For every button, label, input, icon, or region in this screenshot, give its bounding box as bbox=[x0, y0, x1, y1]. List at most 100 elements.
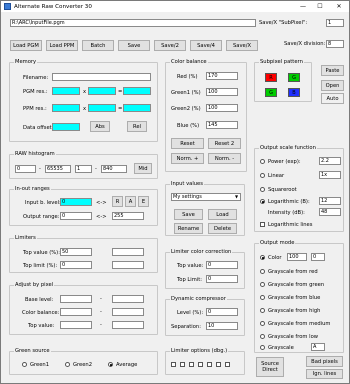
green1-input[interactable]: 100 bbox=[206, 88, 238, 96]
linear-radio[interactable] bbox=[260, 173, 265, 178]
limopt-checkbox-4[interactable] bbox=[198, 362, 203, 367]
histogram-min-input[interactable]: 0 bbox=[15, 165, 36, 173]
subpixel-green2-cell[interactable]: G bbox=[265, 88, 277, 97]
limopt-checkbox-5[interactable] bbox=[207, 362, 212, 367]
settings-rename-button[interactable]: Rename bbox=[174, 223, 203, 234]
pgm-total-field[interactable] bbox=[123, 87, 151, 95]
color-mode-value-2[interactable]: 0 bbox=[311, 253, 325, 261]
limiter-limit-input-2[interactable] bbox=[112, 261, 144, 269]
limiter-top-input[interactable]: 50 bbox=[60, 248, 92, 256]
histogram-v2-input[interactable]: 840 bbox=[101, 165, 127, 173]
gray-high-radio[interactable] bbox=[260, 308, 265, 313]
subpixel-blue-cell[interactable]: B bbox=[288, 88, 300, 97]
limiter-limit-input[interactable]: 0 bbox=[60, 261, 92, 269]
settings-load-button[interactable]: Load bbox=[208, 209, 237, 220]
ppm-width-field[interactable] bbox=[52, 104, 80, 112]
file-path-input[interactable]: R:\ARC\InputFile.pgm bbox=[10, 19, 256, 27]
ppm-height-field[interactable] bbox=[88, 104, 116, 112]
source-direct-button[interactable]: Source Direct bbox=[256, 357, 284, 377]
limopt-checkbox-2[interactable] bbox=[180, 362, 185, 367]
adj-top-input[interactable] bbox=[60, 321, 92, 329]
cc-top-input[interactable]: 0 bbox=[206, 261, 238, 269]
gray-medium-radio[interactable] bbox=[260, 321, 265, 326]
power-radio[interactable] bbox=[260, 159, 265, 164]
bad-pixels-button[interactable]: Bad pixels bbox=[306, 356, 343, 367]
power-value[interactable]: 2.2 bbox=[319, 157, 341, 165]
sqrt-radio[interactable] bbox=[260, 187, 265, 192]
norm-minus-button[interactable]: Norm. - bbox=[208, 153, 241, 164]
save-subpixel-input[interactable]: 1 bbox=[326, 19, 344, 27]
red-input[interactable]: 170 bbox=[206, 72, 238, 80]
ppm-total-field[interactable] bbox=[123, 104, 151, 112]
loglines-checkbox[interactable] bbox=[260, 222, 265, 227]
r-button[interactable]: R bbox=[112, 196, 123, 207]
output-min-input[interactable]: 0 bbox=[60, 212, 92, 220]
subpixel-green1-cell[interactable]: G bbox=[288, 73, 300, 82]
grayscale-value[interactable]: A bbox=[311, 343, 325, 351]
save-button[interactable]: Save bbox=[118, 40, 150, 51]
color-mode-value[interactable]: 100 bbox=[287, 253, 307, 261]
save-2-button[interactable]: Save/2 bbox=[154, 40, 186, 51]
adj-colbal-input-2[interactable] bbox=[112, 308, 144, 316]
save-division-input[interactable]: 8 bbox=[326, 40, 344, 48]
gray-low-radio[interactable] bbox=[260, 334, 265, 339]
save-4-button[interactable]: Save/4 bbox=[190, 40, 222, 51]
e-button[interactable]: E bbox=[138, 196, 149, 207]
pgm-height-field[interactable] bbox=[88, 87, 116, 95]
green2-radio[interactable] bbox=[65, 362, 70, 367]
close-icon[interactable]: ✕ bbox=[332, 1, 346, 12]
gray-blue-radio[interactable] bbox=[260, 295, 265, 300]
data-offset-field[interactable] bbox=[52, 123, 80, 131]
settings-save-button[interactable]: Save bbox=[174, 209, 203, 220]
paste-button[interactable]: Paste bbox=[321, 65, 344, 76]
load-ppm-button[interactable]: Load PPM bbox=[46, 40, 78, 51]
linear-value[interactable]: 1x bbox=[319, 171, 341, 179]
output-max-input[interactable]: 255 bbox=[112, 212, 144, 220]
green1-radio[interactable] bbox=[22, 362, 27, 367]
limiter-top-input-2[interactable] bbox=[112, 248, 144, 256]
blue-input[interactable]: 145 bbox=[206, 121, 238, 129]
settings-delete-button[interactable]: Delete bbox=[208, 223, 237, 234]
filename-field[interactable] bbox=[52, 73, 151, 81]
histogram-max-input[interactable]: 65535 bbox=[45, 165, 71, 173]
green2-input[interactable]: 100 bbox=[206, 104, 238, 112]
open-button[interactable]: Open bbox=[321, 80, 344, 91]
minimize-icon[interactable]: — bbox=[296, 1, 310, 12]
log-radio[interactable] bbox=[260, 199, 265, 204]
log-value[interactable]: 12 bbox=[319, 197, 341, 205]
load-pgm-button[interactable]: Load PGM bbox=[10, 40, 42, 51]
adj-top-input-2[interactable] bbox=[112, 321, 144, 329]
abs-button[interactable]: Abs bbox=[90, 121, 110, 132]
limopt-checkbox-7[interactable] bbox=[225, 362, 230, 367]
norm-plus-button[interactable]: Norm. + bbox=[171, 153, 204, 164]
base-level-input-2[interactable] bbox=[112, 295, 144, 303]
save-x-button[interactable]: Save/X bbox=[226, 40, 258, 51]
histogram-v1-input[interactable]: 1 bbox=[75, 165, 92, 173]
rel-button[interactable]: Rel bbox=[127, 121, 147, 132]
average-radio[interactable] bbox=[108, 362, 113, 367]
input-level-input[interactable]: 0 bbox=[60, 198, 92, 206]
ign-lines-button[interactable]: Ign. lines bbox=[306, 369, 343, 379]
limopt-checkbox-3[interactable] bbox=[189, 362, 194, 367]
reset2-button[interactable]: Reset 2 bbox=[208, 138, 241, 149]
histogram-mid-button[interactable]: Mid bbox=[134, 163, 152, 174]
base-level-input[interactable] bbox=[60, 295, 92, 303]
adj-colbal-input[interactable] bbox=[60, 308, 92, 316]
subpixel-red-cell[interactable]: R bbox=[265, 73, 277, 82]
auto-button[interactable]: Auto bbox=[321, 93, 344, 104]
color-mode-radio[interactable] bbox=[260, 255, 265, 260]
cc-limit-input[interactable]: 0 bbox=[206, 275, 238, 283]
grayscale-radio[interactable] bbox=[260, 345, 265, 350]
reset-button[interactable]: Reset bbox=[171, 138, 204, 149]
settings-dropdown[interactable]: My settings ▼ bbox=[171, 193, 241, 201]
gray-green-radio[interactable] bbox=[260, 282, 265, 287]
gray-red-radio[interactable] bbox=[260, 269, 265, 274]
maximize-icon[interactable]: ☐ bbox=[313, 1, 327, 12]
limopt-checkbox-6[interactable] bbox=[216, 362, 221, 367]
pgm-width-field[interactable] bbox=[52, 87, 80, 95]
limopt-checkbox-1[interactable] bbox=[171, 362, 176, 367]
a-button[interactable]: A bbox=[125, 196, 136, 207]
dyn-level-input[interactable]: 0 bbox=[206, 308, 238, 316]
batch-button[interactable]: Batch bbox=[82, 40, 114, 51]
intensity-value[interactable]: 48 bbox=[319, 208, 341, 216]
